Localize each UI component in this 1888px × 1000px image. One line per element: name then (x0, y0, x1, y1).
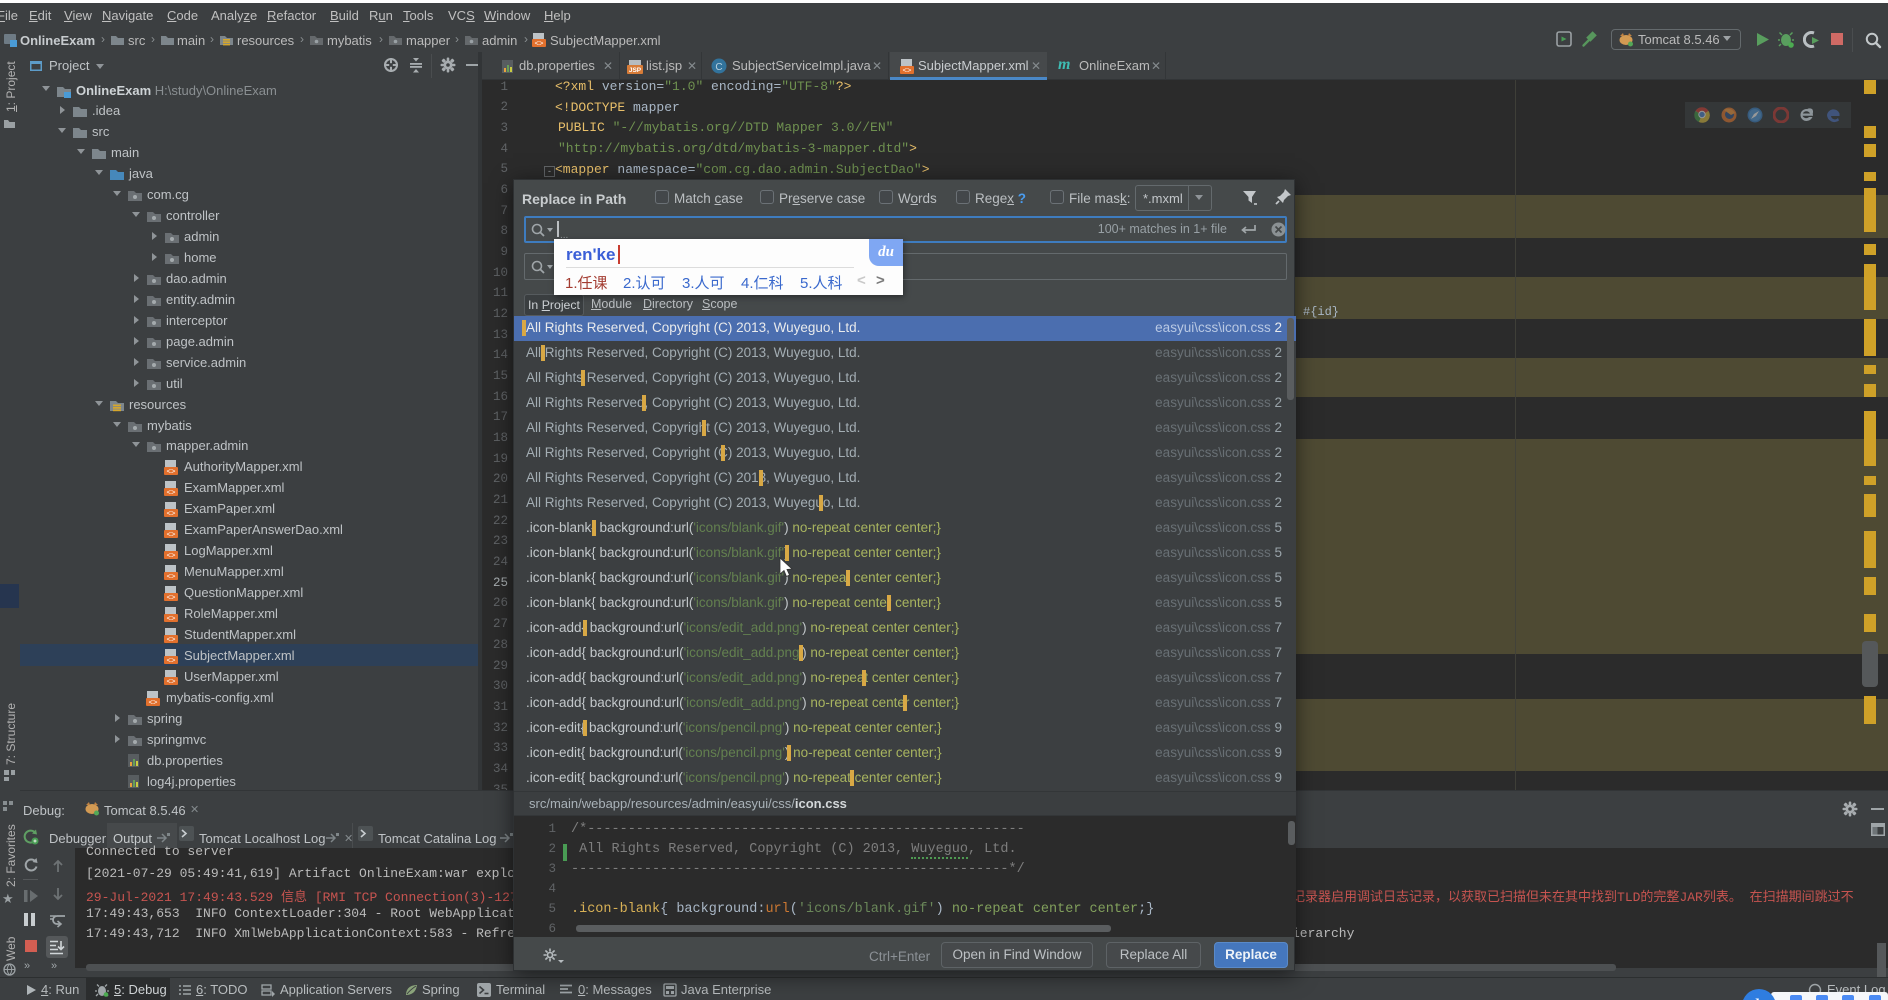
svg-text:<>: <> (902, 68, 912, 75)
svg-text:<>: <> (166, 616, 176, 623)
svg-text:<>: <> (534, 41, 544, 48)
svg-text:<>: <> (166, 595, 176, 602)
svg-text:<>: <> (166, 637, 176, 644)
svg-text:<>: <> (166, 574, 176, 581)
svg-text:JSP: JSP (629, 67, 642, 74)
svg-text:C: C (715, 62, 722, 73)
svg-text:<>: <> (166, 490, 176, 497)
svg-text:<>: <> (166, 469, 176, 476)
svg-text:<>: <> (166, 658, 176, 665)
svg-text:<>: <> (166, 679, 176, 686)
svg-text:<>: <> (166, 511, 176, 518)
svg-text:<>: <> (166, 532, 176, 539)
svg-text:<>: <> (166, 553, 176, 560)
svg-text:<>: <> (148, 700, 158, 707)
